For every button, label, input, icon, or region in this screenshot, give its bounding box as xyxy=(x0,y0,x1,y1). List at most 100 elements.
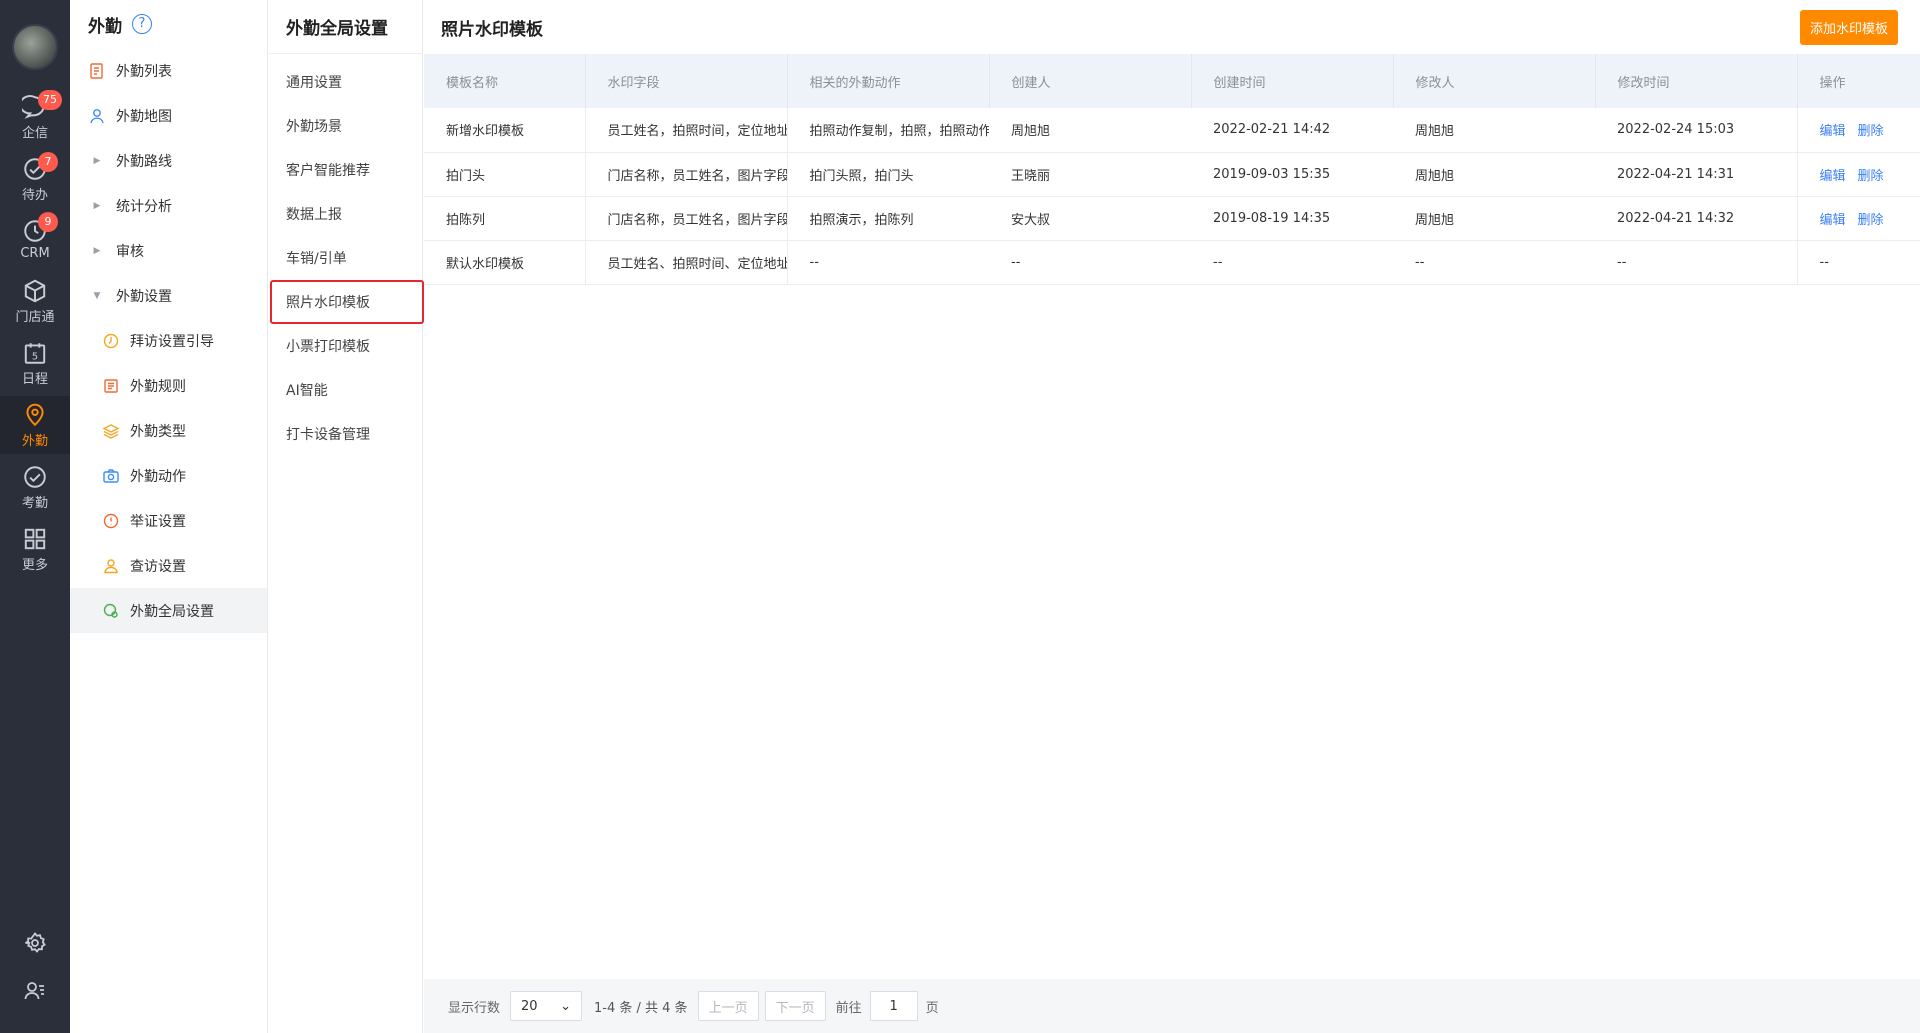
settings-item-scenes[interactable]: 外勤场景 xyxy=(269,104,422,148)
prev-page-button[interactable]: 上一页 xyxy=(697,991,759,1021)
column-header[interactable]: 修改时间 xyxy=(1595,54,1798,108)
main-panel: 照片水印模板 添加水印模板 模板名称 水印字段 相关的外勤动作 创建人 创建时间… xyxy=(424,0,1920,1033)
camera-icon xyxy=(102,467,120,485)
nav-label: 外勤路线 xyxy=(116,153,172,170)
edit-link[interactable]: 编辑 xyxy=(1820,213,1846,228)
rail-item-schedule[interactable]: 5 日程 xyxy=(0,334,70,392)
app-rail: 企信 75 待办 7 CRM 9 门店通 5 日程 外勤 考勤 更多 xyxy=(0,0,70,1033)
nav-item-field-rules[interactable]: 外勤规则 xyxy=(70,363,267,408)
column-header[interactable]: 相关的外勤动作 xyxy=(787,54,990,108)
nav-item-field-types[interactable]: 外勤类型 xyxy=(70,408,267,453)
nav-item-field-actions[interactable]: 外勤动作 xyxy=(70,453,267,498)
cell-actions: 拍照演示，拍陈列 xyxy=(787,196,989,241)
page-unit-label: 页 xyxy=(925,1000,939,1016)
rail-label: 考勤 xyxy=(21,495,48,511)
column-header[interactable]: 创建人 xyxy=(989,54,1192,108)
table-row: 拍陈列 门店名称，员工姓名，图片字段名 拍照演示，拍陈列 安大叔 2019-08… xyxy=(424,196,1920,241)
todo-badge: 7 xyxy=(38,152,58,172)
cell-modified: -- xyxy=(1595,240,1798,285)
edit-link[interactable]: 编辑 xyxy=(1820,124,1846,139)
column-header[interactable]: 操作 xyxy=(1797,54,1920,108)
caret-right-icon: ▶ xyxy=(93,200,101,211)
column-header[interactable]: 模板名称 xyxy=(424,54,586,108)
settings-item-receipt-print[interactable]: 小票打印模板 xyxy=(269,324,422,368)
rail-item-attendance[interactable]: 考勤 xyxy=(0,458,70,516)
nav-item-evidence[interactable]: 举证设置 xyxy=(70,498,267,543)
user-list-icon xyxy=(24,982,44,1000)
nav-item-field-map[interactable]: 外勤地图 xyxy=(70,93,267,138)
nav-item-field-route[interactable]: ▶ 外勤路线 xyxy=(70,138,267,183)
rail-label: 待办 xyxy=(21,187,48,203)
module-nav: 外勤 ? 外勤列表 外勤地图 ▶ 外勤路线 ▶ 统计分析 ▶ 审核 ▼ 外勤设置… xyxy=(70,0,268,1033)
rail-label: 日程 xyxy=(21,371,48,387)
settings-title: 外勤全局设置 xyxy=(269,0,422,54)
cell-creator: 周旭旭 xyxy=(989,108,1191,153)
nav-item-inspection[interactable]: 查访设置 xyxy=(70,543,267,588)
delete-link[interactable]: 删除 xyxy=(1858,213,1884,228)
cell-created: 2022-02-21 14:42 xyxy=(1191,108,1393,153)
settings-item-recommend[interactable]: 客户智能推荐 xyxy=(269,148,422,192)
nav-item-review[interactable]: ▶ 审核 xyxy=(70,228,267,273)
watermark-template-table: 模板名称 水印字段 相关的外勤动作 创建人 创建时间 修改人 修改时间 操作 新… xyxy=(424,54,1920,285)
nav-label: 外勤规则 xyxy=(130,378,186,395)
rail-item-crm[interactable]: CRM 9 xyxy=(0,210,70,268)
rail-item-qixin[interactable]: 企信 75 xyxy=(0,88,70,146)
delete-link[interactable]: 删除 xyxy=(1858,169,1884,184)
contacts-button[interactable] xyxy=(0,967,70,1015)
pagination-info: 1-4 条 / 共 4 条 xyxy=(594,1000,688,1016)
rail-item-more[interactable]: 更多 xyxy=(0,520,70,578)
table-row: 新增水印模板 员工姓名，拍照时间，定位地址， 拍照动作复制，拍照，拍照动作 周旭… xyxy=(424,108,1920,153)
table-header-row: 模板名称 水印字段 相关的外勤动作 创建人 创建时间 修改人 修改时间 操作 xyxy=(424,54,1920,108)
next-page-button[interactable]: 下一页 xyxy=(764,991,826,1021)
map-person-icon xyxy=(88,107,106,125)
cell-created: 2019-08-19 14:35 xyxy=(1191,196,1393,241)
settings-item-ai[interactable]: AI智能 xyxy=(269,368,422,412)
column-header[interactable]: 修改人 xyxy=(1393,54,1596,108)
nav-item-field-list[interactable]: 外勤列表 xyxy=(70,48,267,93)
cell-name: 新增水印模板 xyxy=(424,108,586,153)
page-size-select[interactable]: 20 ⌄ xyxy=(510,991,583,1021)
layers-icon xyxy=(102,422,120,440)
column-header[interactable]: 创建时间 xyxy=(1191,54,1394,108)
settings-item-photo-watermark[interactable]: 照片水印模板 xyxy=(270,280,424,324)
settings-item-van-sales[interactable]: 车销/引单 xyxy=(269,236,422,280)
nav-item-visit-guide[interactable]: 拜访设置引导 xyxy=(70,318,267,363)
cell-fields: 员工姓名、拍照时间、定位地址 xyxy=(585,240,788,285)
cell-creator: 安大叔 xyxy=(989,196,1191,241)
table-row: 默认水印模板 员工姓名、拍照时间、定位地址 -- -- -- -- -- -- xyxy=(424,240,1920,285)
nav-label: 举证设置 xyxy=(130,513,186,530)
cell-modified: 2022-02-24 15:03 xyxy=(1595,108,1798,153)
nav-item-field-settings[interactable]: ▼ 外勤设置 xyxy=(70,273,267,318)
cell-name: 默认水印模板 xyxy=(424,240,586,285)
page-number-input[interactable] xyxy=(869,991,918,1021)
cell-fields: 门店名称，员工姓名，图片字段名 xyxy=(585,196,788,241)
main-header: 照片水印模板 添加水印模板 xyxy=(424,0,1920,54)
rail-item-todo[interactable]: 待办 7 xyxy=(0,150,70,208)
settings-menu: 外勤全局设置 通用设置 外勤场景 客户智能推荐 数据上报 车销/引单 照片水印模… xyxy=(269,0,424,1033)
list-doc-icon xyxy=(88,62,106,80)
settings-button[interactable] xyxy=(0,919,70,967)
cell-actions: 拍照动作复制，拍照，拍照动作 xyxy=(787,108,989,153)
help-icon[interactable]: ? xyxy=(132,14,152,34)
attendance-check-icon xyxy=(24,465,46,488)
delete-link[interactable]: 删除 xyxy=(1858,124,1884,139)
nav-label: 外勤全局设置 xyxy=(130,603,214,620)
column-header[interactable]: 水印字段 xyxy=(585,54,788,108)
nav-item-statistics[interactable]: ▶ 统计分析 xyxy=(70,183,267,228)
settings-item-data-report[interactable]: 数据上报 xyxy=(269,192,422,236)
rail-item-store[interactable]: 门店通 xyxy=(0,272,70,330)
user-avatar[interactable] xyxy=(12,24,58,70)
cell-operations: -- xyxy=(1797,240,1920,285)
settings-item-general[interactable]: 通用设置 xyxy=(269,60,422,104)
cell-fields: 门店名称，员工姓名，图片字段名 xyxy=(585,152,788,197)
nav-header: 外勤 ? xyxy=(70,0,267,48)
cell-modifier: 周旭旭 xyxy=(1393,152,1595,197)
cell-created: -- xyxy=(1191,240,1393,285)
add-watermark-template-button[interactable]: 添加水印模板 xyxy=(1799,9,1898,45)
nav-item-global-settings[interactable]: 外勤全局设置 xyxy=(70,588,267,633)
rail-item-field[interactable]: 外勤 xyxy=(0,396,70,454)
edit-link[interactable]: 编辑 xyxy=(1820,169,1846,184)
settings-item-devices[interactable]: 打卡设备管理 xyxy=(269,412,422,456)
cell-name: 拍陈列 xyxy=(424,196,586,241)
cell-operations: 编辑 删除 xyxy=(1797,196,1920,241)
